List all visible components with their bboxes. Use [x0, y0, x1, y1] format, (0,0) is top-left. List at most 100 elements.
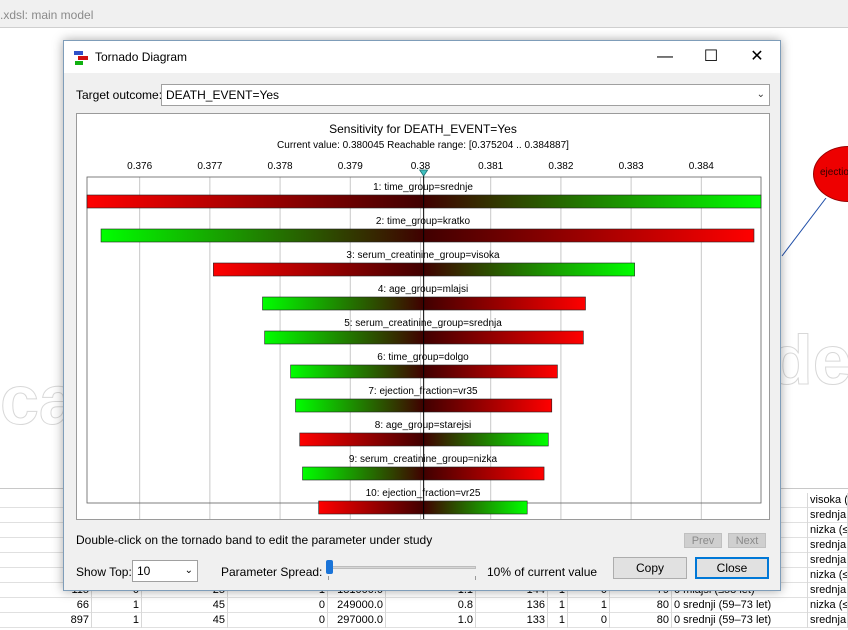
- table-cell: 1: [92, 598, 142, 613]
- table-cell: srednja: [810, 553, 848, 568]
- table-cell: srednja: [810, 613, 848, 628]
- tornado-bar-low[interactable]: [100, 228, 424, 243]
- dialog-titlebar[interactable]: Tornado Diagram — ☐ ✕: [64, 41, 780, 73]
- parameter-spread-label: Parameter Spread:: [221, 565, 323, 579]
- close-window-button[interactable]: ✕: [734, 41, 780, 73]
- table-cell: 80: [610, 613, 672, 628]
- parameter-spread-value: 10% of current value: [487, 565, 598, 579]
- tornado-band[interactable]: 2: time_group=kratko: [100, 216, 755, 243]
- table-cell: srednja: [810, 583, 848, 598]
- table-cell: 133: [476, 613, 548, 628]
- x-tick-label: 0.376: [127, 161, 152, 172]
- x-tick-label: 0.379: [338, 161, 363, 172]
- next-button[interactable]: Next: [728, 533, 766, 548]
- tornado-bar-high[interactable]: [423, 466, 545, 481]
- parameter-spread-slider-thumb[interactable]: [326, 560, 333, 574]
- table-cell: nizka (≤: [810, 568, 848, 583]
- target-outcome-label: Target outcome:: [76, 88, 163, 102]
- chart-subtitle: Current value: 0.380045 Reachable range:…: [277, 140, 569, 151]
- table-cell: nizka (≤: [810, 598, 848, 613]
- table-cell: 0.8: [386, 598, 476, 613]
- table-cell: 1.0: [386, 613, 476, 628]
- copy-button[interactable]: Copy: [613, 557, 687, 579]
- table-row[interactable]: 66 1 45 0 249000.0 0.8 136 1 1 80 0 srednji (59–73…: [0, 598, 848, 613]
- table-cell: 0: [228, 598, 328, 613]
- tornado-bar-low[interactable]: [262, 296, 424, 311]
- tornado-chart-area[interactable]: Sensitivity for DEATH_EVENT=Yes Current …: [76, 113, 770, 523]
- x-tick-label: 0.384: [689, 161, 714, 172]
- tornado-band-label: 8: age_group=starejsi: [375, 420, 471, 431]
- chevron-down-icon: ⌄: [184, 565, 193, 576]
- background-watermark-right: de: [770, 321, 848, 400]
- table-cell: 1: [92, 613, 142, 628]
- table-cell: 0: [228, 613, 328, 628]
- table-cell: 45: [142, 613, 228, 628]
- x-tick-label: 0.383: [619, 161, 644, 172]
- minimize-button[interactable]: —: [642, 41, 688, 73]
- tornado-bar-low[interactable]: [299, 432, 424, 447]
- table-cell: 249000.0: [328, 598, 386, 613]
- target-outcome-select[interactable]: DEATH_EVENT=Yes ⌄: [161, 84, 770, 106]
- table-cell: srednja: [810, 508, 848, 523]
- tornado-bar-high[interactable]: [423, 432, 549, 447]
- table-cell: 66: [0, 598, 92, 613]
- tornado-bar-high[interactable]: [423, 398, 553, 413]
- show-top-label: Show Top:: [76, 565, 132, 579]
- close-icon: ✕: [750, 48, 764, 65]
- tornado-bar-low[interactable]: [295, 398, 424, 413]
- background-node-edge: [781, 198, 827, 257]
- tornado-bar-low[interactable]: [264, 330, 424, 345]
- table-cell: 136: [476, 598, 548, 613]
- tornado-bar-high[interactable]: [423, 262, 635, 277]
- table-cell: 80: [610, 598, 672, 613]
- show-top-select[interactable]: 10 ⌄: [132, 560, 198, 582]
- table-cell: 45: [142, 598, 228, 613]
- tornado-band-label: 4: age_group=mlajsi: [378, 284, 468, 295]
- x-tick-label: 0.381: [478, 161, 503, 172]
- tornado-bar-low[interactable]: [86, 194, 424, 209]
- prev-button[interactable]: Prev: [684, 533, 722, 548]
- dialog-title: Tornado Diagram: [95, 50, 188, 64]
- tornado-bar-high[interactable]: [423, 194, 762, 209]
- x-tick-label: 0.377: [197, 161, 222, 172]
- table-cell: visoka (: [810, 493, 848, 508]
- background-titlebar: .xdsl: main model: [0, 0, 848, 28]
- table-cell: 1: [568, 598, 610, 613]
- tornado-bar-high[interactable]: [423, 228, 755, 243]
- tornado-dialog: Tornado Diagram — ☐ ✕ Target outcome: DE…: [63, 40, 781, 591]
- tornado-app-icon: [74, 51, 88, 65]
- tornado-bar-high[interactable]: [423, 330, 584, 345]
- background-network-node[interactable]: ejection: [813, 146, 848, 202]
- table-cell: 0: [568, 613, 610, 628]
- tornado-bar-low[interactable]: [302, 466, 424, 481]
- tornado-bar-high[interactable]: [423, 500, 528, 515]
- target-outcome-value: DEATH_EVENT=Yes: [166, 88, 280, 102]
- table-cell: 1: [548, 598, 568, 613]
- background-window-title: .xdsl: main model: [0, 8, 94, 22]
- close-button[interactable]: Close: [695, 557, 769, 579]
- table-cell: 297000.0: [328, 613, 386, 628]
- tornado-bar-high[interactable]: [423, 364, 558, 379]
- x-tick-label: 0.382: [548, 161, 573, 172]
- table-row[interactable]: 897 1 45 0 297000.0 1.0 133 1 0 80 0 srednji (59–7…: [0, 613, 848, 628]
- current-value-marker-icon: [418, 169, 429, 177]
- table-cell: 0 srednji (59–73 let): [672, 613, 808, 628]
- table-cell: 897: [0, 613, 92, 628]
- background-node-label: ejection: [820, 167, 848, 178]
- chart-title: Sensitivity for DEATH_EVENT=Yes: [329, 122, 517, 136]
- table-cell: 0 srednji (59–73 let): [672, 598, 808, 613]
- minimize-icon: —: [657, 48, 673, 65]
- tornado-chart[interactable]: Sensitivity for DEATH_EVENT=Yes Current …: [77, 114, 769, 523]
- hint-text: Double-click on the tornado band to edit…: [76, 533, 433, 547]
- tornado-bar-low[interactable]: [318, 500, 424, 515]
- tornado-bar-high[interactable]: [423, 296, 586, 311]
- maximize-button[interactable]: ☐: [688, 41, 734, 73]
- table-cell: 1: [548, 613, 568, 628]
- parameter-spread-slider-track[interactable]: [328, 566, 476, 569]
- tornado-bar-low[interactable]: [290, 364, 424, 379]
- x-tick-label: 0.378: [268, 161, 293, 172]
- maximize-icon: ☐: [703, 48, 719, 65]
- chevron-down-icon: ⌄: [756, 89, 765, 100]
- tornado-bar-low[interactable]: [213, 262, 424, 277]
- slider-tick-marks: [328, 576, 476, 580]
